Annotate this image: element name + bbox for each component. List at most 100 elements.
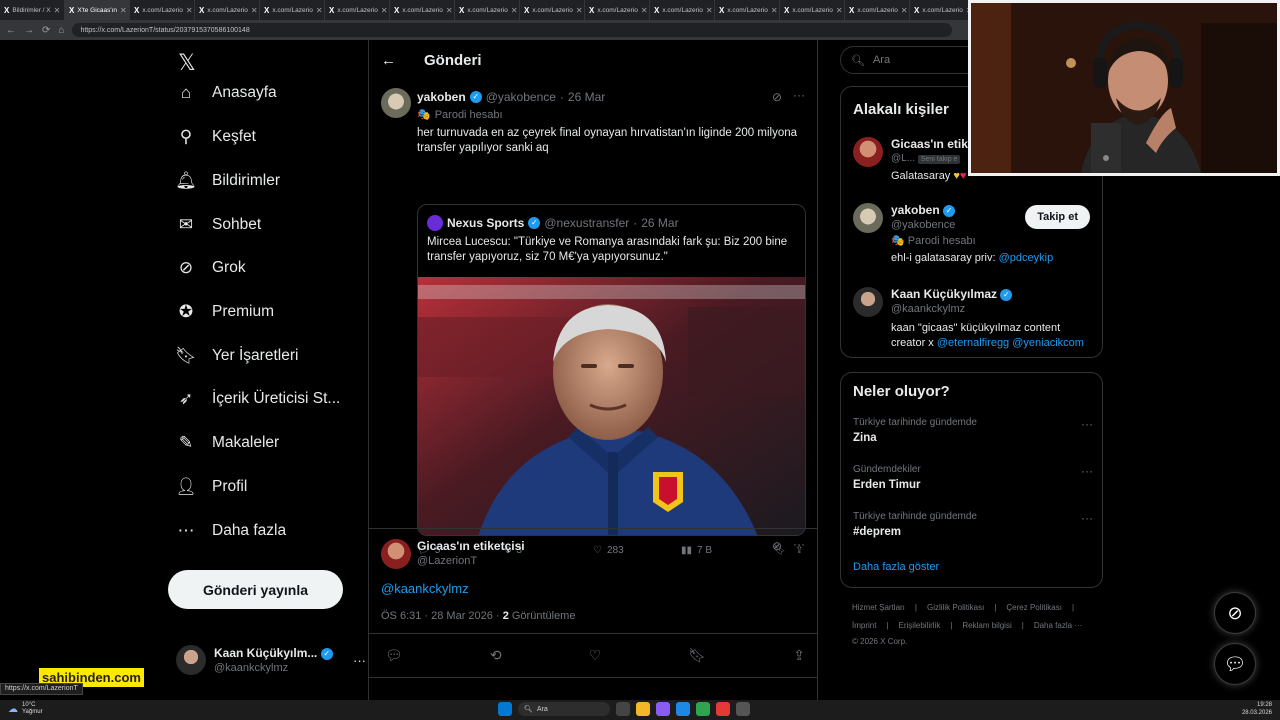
- close-icon[interactable]: ✕: [706, 6, 713, 15]
- mention-link[interactable]: @kaankckylmz: [381, 581, 469, 596]
- close-icon[interactable]: ✕: [446, 6, 453, 15]
- nav-item-person[interactable]: 👤︎ Profil: [175, 477, 247, 497]
- browser-tab[interactable]: Xx.com/Lazerio✕: [325, 0, 390, 20]
- close-icon[interactable]: ✕: [120, 6, 127, 15]
- x-logo-icon[interactable]: 𝕏: [178, 51, 196, 76]
- tweet-author-name[interactable]: Gicaas'ın etiketçisi: [417, 539, 525, 553]
- settings-icon[interactable]: [736, 702, 750, 716]
- tweet-author-handle[interactable]: @LazerionT: [417, 555, 477, 567]
- tweet-author-name[interactable]: yakoben: [417, 90, 466, 104]
- bookmark-icon[interactable]: 🔖︎: [688, 647, 706, 664]
- browser-tab[interactable]: Xx.com/Lazerio✕: [845, 0, 910, 20]
- discord-icon[interactable]: [656, 702, 670, 716]
- related-person-2[interactable]: yakoben ✓ @yakobence 🎭 Parodi hesabı ehl…: [853, 203, 1053, 264]
- footer-link[interactable]: Reklam bilgisi: [962, 621, 1011, 630]
- trend-item[interactable]: Türkiye tarihinde gündemde #deprem ···: [853, 511, 1093, 538]
- messages-fab-button[interactable]: 💬︎: [1214, 643, 1256, 685]
- bio-link[interactable]: @pdceykip: [999, 252, 1054, 264]
- nav-item-article[interactable]: ✎ Makaleler: [176, 433, 279, 453]
- footer-link[interactable]: İmprint: [852, 621, 876, 630]
- close-icon[interactable]: ✕: [576, 6, 583, 15]
- footer-link[interactable]: Gizlilik Politikası: [927, 603, 984, 612]
- browser-tab[interactable]: Xx.com/Lazerio✕: [585, 0, 650, 20]
- grok-explain-icon[interactable]: ⊘: [772, 90, 782, 104]
- obs-icon[interactable]: [716, 702, 730, 716]
- browser-tab[interactable]: Xx.com/Lazerio✕: [390, 0, 455, 20]
- more-dots-icon[interactable]: ···: [793, 537, 805, 551]
- nav-item-bookmark[interactable]: 🔖︎ Yer İşaretleri: [175, 346, 298, 366]
- close-icon[interactable]: ✕: [641, 6, 648, 15]
- close-icon[interactable]: ✕: [186, 6, 193, 15]
- tweet-yakoben[interactable]: yakoben ✓ @yakobence · 26 Mar 🎭 Parodi h…: [369, 80, 817, 556]
- browser-tab[interactable]: Xx.com/Lazerio✕: [520, 0, 585, 20]
- quoted-tweet[interactable]: Nexus Sports ✓ @nexustransfer · 26 Mar M…: [417, 204, 806, 536]
- close-icon[interactable]: ✕: [381, 6, 388, 15]
- tweet-author-handle[interactable]: @yakobence: [486, 90, 556, 104]
- more-dots-icon[interactable]: ···: [1081, 511, 1093, 525]
- post-button[interactable]: Gönderi yayınla: [168, 570, 343, 609]
- close-icon[interactable]: ✕: [54, 6, 61, 15]
- grok-explain-icon[interactable]: ⊘: [772, 539, 782, 553]
- footer-link[interactable]: Daha fazla ···: [1034, 621, 1082, 630]
- start-windows-icon[interactable]: [498, 702, 512, 716]
- more-dots-icon[interactable]: ···: [353, 653, 366, 668]
- bio-link[interactable]: @yeniacikcom: [1012, 337, 1084, 349]
- avatar[interactable]: [381, 88, 411, 118]
- tweet-date[interactable]: 26 Mar: [568, 90, 605, 104]
- avatar[interactable]: [381, 539, 411, 569]
- footer-link[interactable]: Hizmet Şartları: [852, 603, 905, 612]
- browser-tab[interactable]: Xx.com/Lazerio✕: [780, 0, 845, 20]
- weather-widget[interactable]: ☁ 10°C Yağmur: [8, 702, 43, 716]
- bio-link[interactable]: @eternalfiregg: [937, 337, 1009, 349]
- browser-tab[interactable]: Xx.com/Lazerio✕: [650, 0, 715, 20]
- share-icon[interactable]: ⇪: [793, 647, 805, 664]
- trend-item[interactable]: Gündemdekiler Erden Timur ···: [853, 464, 1093, 491]
- nav-item-search[interactable]: ⚲ Keşfet: [176, 127, 256, 147]
- browser-tab[interactable]: Xx.com/Lazerio✕: [715, 0, 780, 20]
- related-person-3[interactable]: Kaan Küçükyılmaz ✓ @kaankckylmz kaan "gi…: [853, 287, 1084, 351]
- repost-icon[interactable]: ⟲: [490, 647, 502, 664]
- file-explorer-icon[interactable]: [636, 702, 650, 716]
- nav-item-grok[interactable]: ⊘ Grok: [176, 258, 246, 278]
- show-more-link[interactable]: Daha fazla göster: [853, 561, 939, 573]
- back-icon[interactable]: ←: [6, 25, 16, 36]
- footer-link[interactable]: Çerez Politikası: [1006, 603, 1062, 612]
- nav-item-home[interactable]: ⌂ Anasayfa: [176, 83, 277, 103]
- close-icon[interactable]: ✕: [511, 6, 518, 15]
- close-icon[interactable]: ✕: [836, 6, 843, 15]
- quote-photo[interactable]: [418, 277, 805, 535]
- browser-tab[interactable]: X Bildirimler / X ✕: [0, 0, 65, 20]
- reply-icon[interactable]: 💬︎: [385, 647, 403, 664]
- nav-item-premium[interactable]: ✪ Premium: [176, 302, 274, 322]
- taskbar-search[interactable]: 🔍︎ Ara: [518, 702, 610, 716]
- url-field[interactable]: https://x.com/LazerionT/status/203791537…: [72, 23, 953, 37]
- heart-icon[interactable]: ♡: [589, 647, 602, 664]
- grok-fab-button[interactable]: ⊘: [1214, 592, 1256, 634]
- nav-item-more-circle[interactable]: ⋯ Daha fazla: [176, 521, 287, 541]
- more-dots-icon[interactable]: ···: [1081, 417, 1093, 431]
- browser-tab[interactable]: Xx.com/Lazerio✕: [455, 0, 520, 20]
- chrome-icon[interactable]: [696, 702, 710, 716]
- browser-tab[interactable]: Xx.com/Lazerio✕: [130, 0, 195, 20]
- close-icon[interactable]: ✕: [251, 6, 258, 15]
- footer-link[interactable]: Erişilebilirlik: [899, 621, 941, 630]
- close-icon[interactable]: ✕: [771, 6, 778, 15]
- browser-tab[interactable]: Xx.com/Lazerio✕: [910, 0, 975, 20]
- back-arrow-icon[interactable]: ←: [381, 52, 396, 69]
- follow-button[interactable]: Takip et: [1025, 205, 1090, 229]
- browser-tab[interactable]: Xx.com/Lazerio✕: [260, 0, 325, 20]
- task-view-icon[interactable]: [616, 702, 630, 716]
- system-clock[interactable]: 19:28 28.03.2026: [1242, 701, 1272, 717]
- browser-tab[interactable]: Xx.com/Lazerio✕: [195, 0, 260, 20]
- close-icon[interactable]: ✕: [901, 6, 908, 15]
- nav-item-rocket[interactable]: ➶ İçerik Üreticisi St...: [176, 389, 340, 409]
- browser-tab[interactable]: X X'te Gicaas'ın ✕: [65, 0, 130, 20]
- trend-item[interactable]: Türkiye tarihinde gündemde Zina ···: [853, 417, 1093, 444]
- more-dots-icon[interactable]: ···: [793, 88, 805, 102]
- forward-icon[interactable]: →: [24, 25, 34, 36]
- edge-icon[interactable]: [676, 702, 690, 716]
- nav-item-bell[interactable]: 🔔︎ Bildirimler: [175, 171, 280, 191]
- nav-item-mail[interactable]: ✉ Sohbet: [176, 215, 261, 235]
- account-switcher[interactable]: Kaan Küçükyılm... ✓ @kaankckylmz ···: [176, 645, 366, 675]
- related-person-1[interactable]: Gicaas'ın etike @L... Seni takip e Galat…: [853, 137, 975, 182]
